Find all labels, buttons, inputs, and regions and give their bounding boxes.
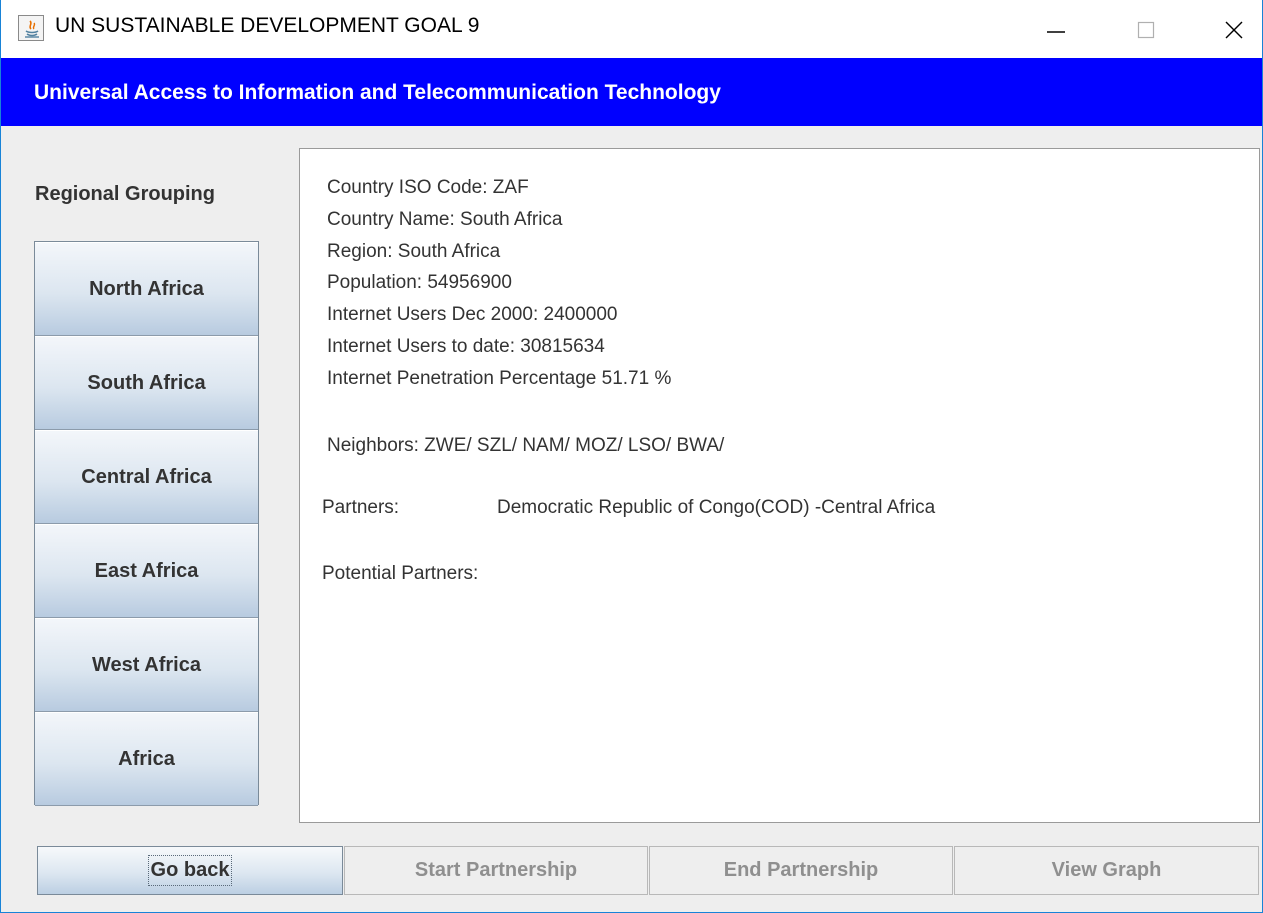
partners-value: Democratic Republic of Congo(COD) -Centr… — [497, 497, 936, 518]
minimize-icon — [1047, 31, 1065, 33]
banner-title: Universal Access to Information and Tele… — [34, 81, 721, 104]
start-partnership-button[interactable]: Start Partnership — [344, 846, 648, 895]
close-button[interactable] — [1206, 0, 1262, 58]
country-info-panel: Country ISO Code: ZAF Country Name: Sout… — [299, 148, 1260, 823]
south-africa-button[interactable]: South Africa — [35, 336, 258, 430]
internet-users-2000: Internet Users Dec 2000: 2400000 — [327, 304, 618, 325]
close-icon — [1225, 21, 1243, 39]
view-graph-button[interactable]: View Graph — [954, 846, 1259, 895]
go-back-button[interactable]: Go back — [37, 846, 343, 895]
north-africa-button[interactable]: North Africa — [35, 242, 258, 336]
header-banner: Universal Access to Information and Tele… — [1, 58, 1262, 126]
country-iso-code: Country ISO Code: ZAF — [327, 177, 529, 198]
title-bar[interactable]: UN SUSTAINABLE DEVELOPMENT GOAL 9 — [1, 0, 1262, 58]
regional-grouping-label: Regional Grouping — [35, 183, 215, 205]
maximize-icon — [1137, 21, 1155, 39]
east-africa-button[interactable]: East Africa — [35, 524, 258, 618]
java-icon[interactable] — [18, 15, 44, 41]
internet-penetration: Internet Penetration Percentage 51.71 % — [327, 368, 672, 389]
region-button-list: North Africa South Africa Central Africa… — [34, 241, 259, 806]
go-back-label: Go back — [147, 855, 233, 886]
minimize-button[interactable] — [1028, 0, 1084, 58]
maximize-button[interactable] — [1118, 0, 1174, 58]
country-region: Region: South Africa — [327, 241, 501, 262]
internet-users-to-date: Internet Users to date: 30815634 — [327, 336, 605, 357]
window-title: UN SUSTAINABLE DEVELOPMENT GOAL 9 — [55, 14, 480, 37]
west-africa-button[interactable]: West Africa — [35, 618, 258, 712]
country-name: Country Name: South Africa — [327, 209, 563, 230]
potential-partners-label: Potential Partners: — [322, 563, 479, 584]
neighbors-line: Neighbors: ZWE/ SZL/ NAM/ MOZ/ LSO/ BWA/ — [327, 435, 725, 456]
africa-button[interactable]: Africa — [35, 712, 258, 806]
partners-label: Partners: — [322, 497, 400, 518]
end-partnership-button[interactable]: End Partnership — [649, 846, 953, 895]
app-window: UN SUSTAINABLE DEVELOPMENT GOAL 9 Univer… — [0, 0, 1263, 913]
country-population: Population: 54956900 — [327, 272, 512, 293]
central-africa-button[interactable]: Central Africa — [35, 430, 258, 524]
